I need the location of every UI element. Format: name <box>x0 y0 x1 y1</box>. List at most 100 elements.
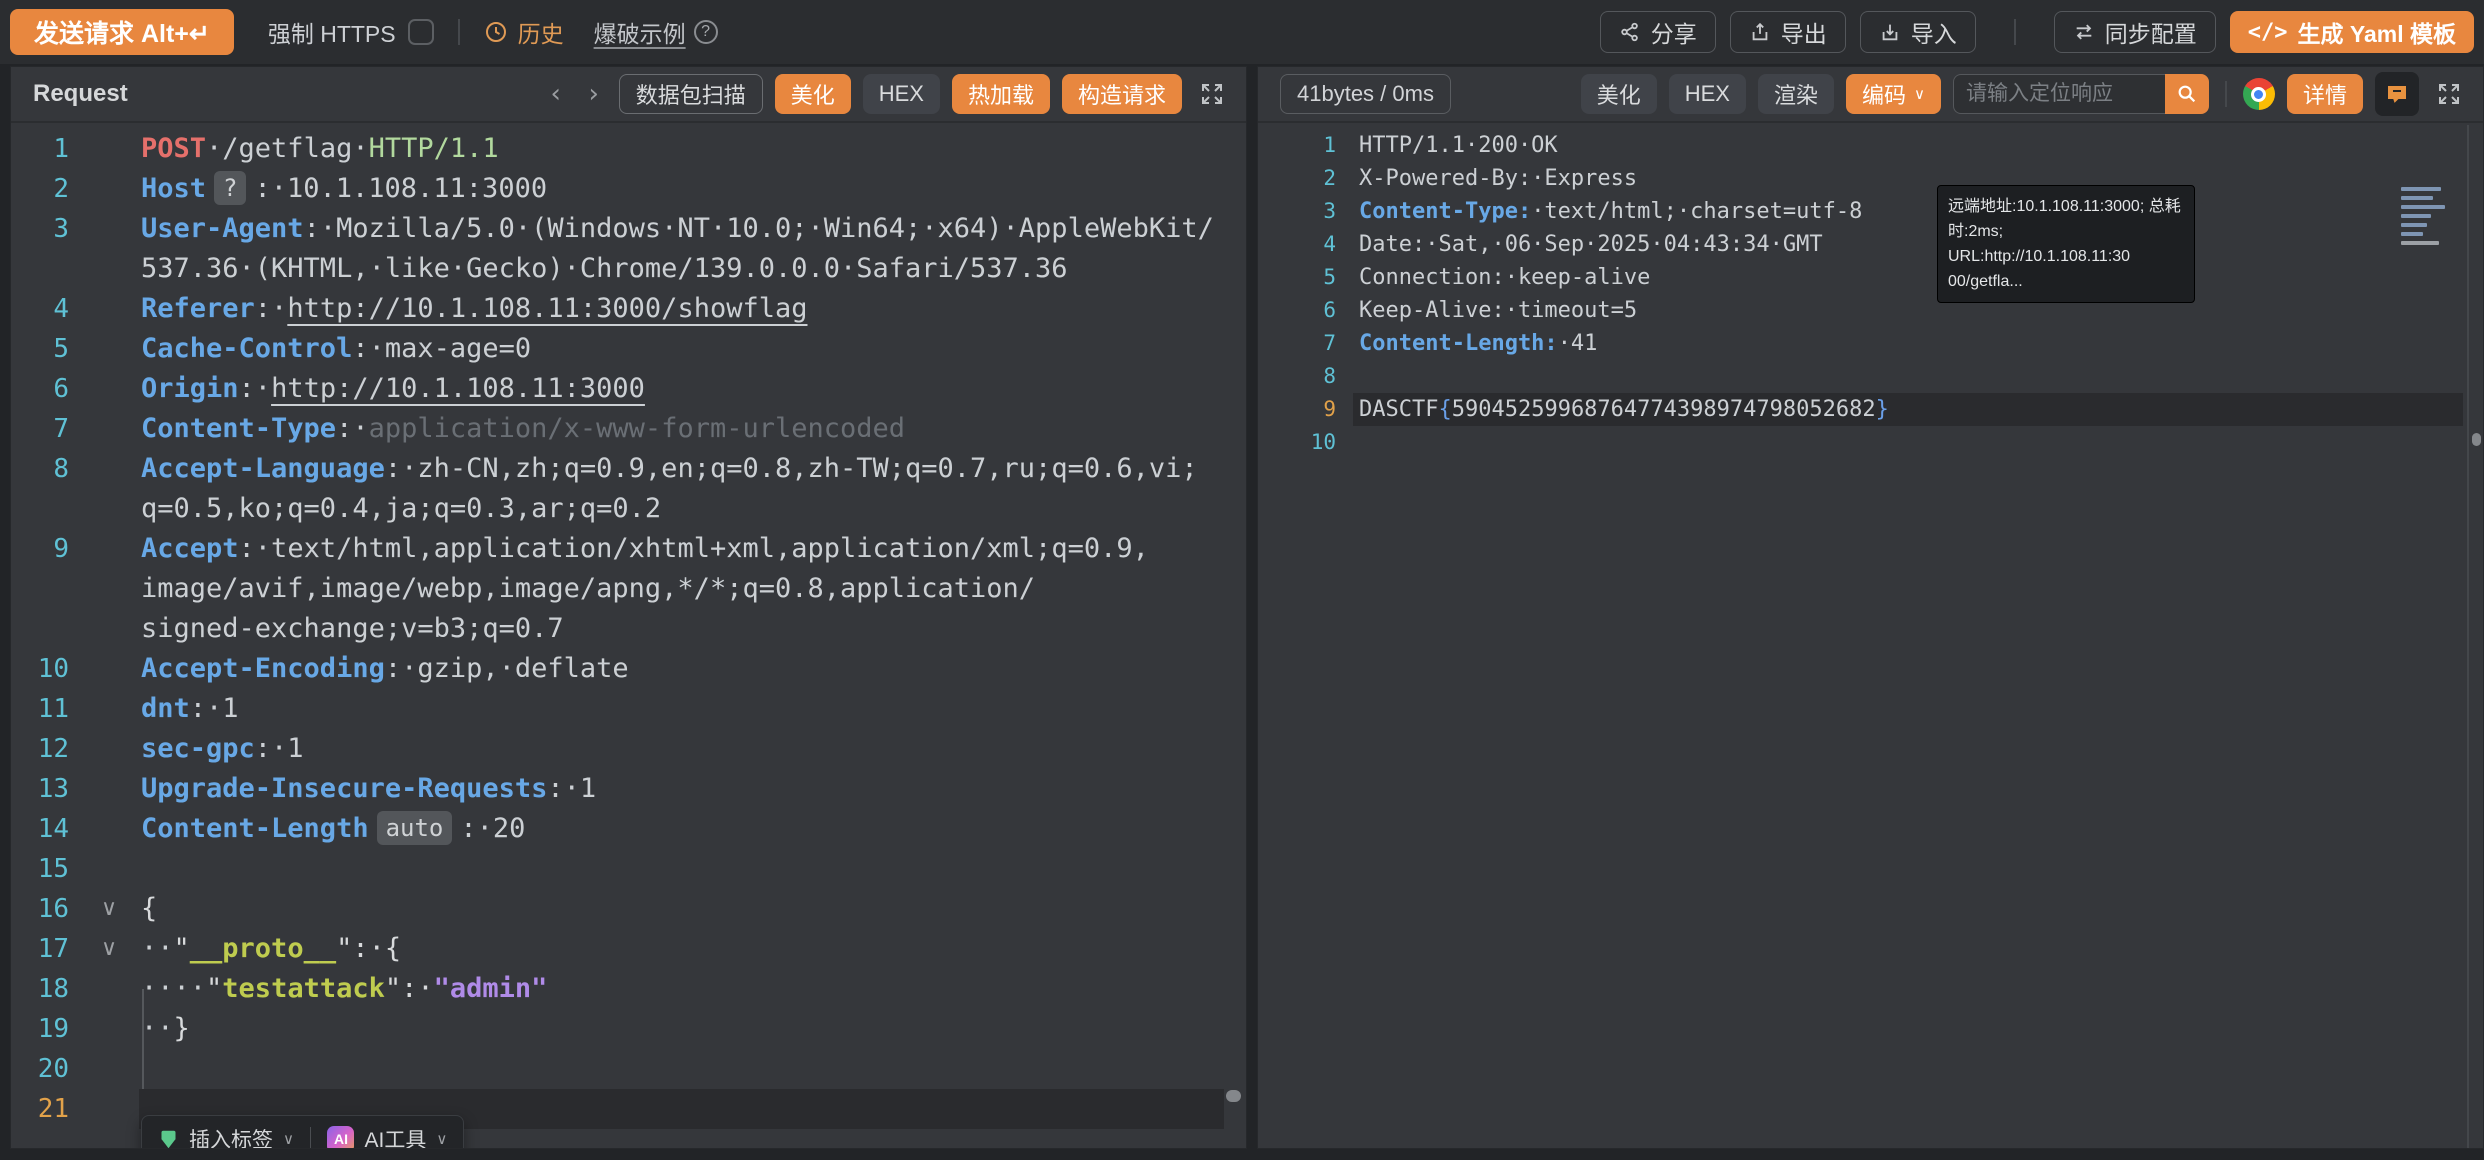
question-circle-icon[interactable]: ? <box>694 20 718 44</box>
blast-example-link[interactable]: 爆破示例 ? <box>594 15 718 49</box>
response-line-3[interactable]: 3 Content-Type:·text/html;·charset=utf-8 <box>1258 195 2483 228</box>
sync-config-button[interactable]: 同步配置 <box>2054 11 2216 53</box>
line-number: 10 <box>1258 426 1336 459</box>
request-line-13[interactable]: 13Upgrade-Insecure-Requests:·1 <box>11 769 1246 809</box>
response-line-2[interactable]: 2X-Powered-By:·Express <box>1258 162 2483 195</box>
scrollbar-thumb[interactable] <box>1226 1090 1241 1102</box>
fullscreen-icon[interactable] <box>1200 82 1224 106</box>
generate-yaml-button[interactable]: </> 生成 Yaml 模板 <box>2230 11 2474 53</box>
response-line-9[interactable]: 9DASCTF{59045259968764774398974798052682… <box>1258 393 2483 426</box>
line-number: 7 <box>11 409 69 449</box>
hex-button[interactable]: HEX <box>863 74 940 114</box>
request-line-wrap[interactable]: image/avif,image/webp,image/apng,*/*;q=0… <box>11 569 1246 609</box>
minimap[interactable] <box>2401 187 2449 250</box>
send-request-button[interactable]: 发送请求 Alt+↵ <box>10 9 234 55</box>
response-line-10[interactable]: 10 <box>1258 426 2483 459</box>
response-hex-button[interactable]: HEX <box>1669 74 1746 114</box>
request-line-5[interactable]: 5Cache-Control:·max-age=0 <box>11 329 1246 369</box>
line-number: 3 <box>1258 195 1336 228</box>
insert-tag-button[interactable]: 插入标签 <box>189 1124 273 1148</box>
request-line-7[interactable]: 7Content-Type:·application/x-www-form-ur… <box>11 409 1246 449</box>
request-line-9[interactable]: 9Accept:·text/html,application/xhtml+xml… <box>11 529 1246 569</box>
history-prev-button[interactable]: ‹ <box>543 79 569 109</box>
request-line-1[interactable]: 1POST·/getflag·HTTP/1.1 <box>11 129 1246 169</box>
request-line-20[interactable]: 20 <box>11 1049 1246 1089</box>
response-beautify-button[interactable]: 美化 <box>1581 74 1657 114</box>
request-editor[interactable]: 1POST·/getflag·HTTP/1.12Host?:·10.1.108.… <box>11 125 1246 1148</box>
detail-button[interactable]: 详情 <box>2287 74 2363 114</box>
scrollbar-thumb[interactable] <box>2472 433 2481 446</box>
export-button[interactable]: 导出 <box>1730 11 1846 53</box>
export-label: 导出 <box>1781 15 1827 49</box>
search-input[interactable] <box>1953 74 2165 114</box>
search-button[interactable] <box>2165 74 2209 114</box>
inline-action-widget: 插入标签 ∨ AI AI工具 ∨ <box>141 1115 464 1148</box>
hot-reload-button[interactable]: 热加载 <box>952 74 1050 114</box>
code-text: { <box>141 893 157 924</box>
history-button[interactable]: 历史 <box>484 15 564 49</box>
response-line-4[interactable]: 4Date:·Sat,·06·Sep·2025·04:43:34·GMT <box>1258 228 2483 261</box>
clock-icon <box>484 20 508 44</box>
line-number: 5 <box>11 329 69 369</box>
line-number: 14 <box>11 809 69 849</box>
inline-badge[interactable]: auto <box>377 811 453 845</box>
request-line-19[interactable]: 19··} <box>11 1009 1246 1049</box>
fold-chevron-icon[interactable]: ∨ <box>101 889 117 929</box>
response-line-8[interactable]: 8 <box>1258 360 2483 393</box>
request-line-8[interactable]: 8Accept-Language:·zh-CN,zh;q=0.9,en;q=0.… <box>11 449 1246 489</box>
force-https-checkbox[interactable] <box>408 19 434 45</box>
history-next-button[interactable]: › <box>581 79 607 109</box>
share-button[interactable]: 分享 <box>1600 11 1716 53</box>
request-line-17[interactable]: 17∨··"__proto__":·{ <box>11 929 1246 969</box>
code-text: Content-Length:·41 <box>1359 331 1597 356</box>
response-line-7[interactable]: 7Content-Length:·41 <box>1258 327 2483 360</box>
response-editor[interactable]: 1HTTP/1.1·200·OK2X-Powered-By:·Express3C… <box>1258 125 2483 1148</box>
request-line-12[interactable]: 12sec-gpc:·1 <box>11 729 1246 769</box>
minimap-divider <box>2467 125 2469 1148</box>
fullscreen-icon[interactable] <box>2437 82 2461 106</box>
request-line-wrap[interactable]: 537.36·(KHTML,·like·Gecko)·Chrome/139.0.… <box>11 249 1246 289</box>
share-label: 分享 <box>1651 15 1697 49</box>
request-line-16[interactable]: 16∨{ <box>11 889 1246 929</box>
request-line-wrap[interactable]: signed-exchange;v=b3;q=0.7 <box>11 609 1246 649</box>
toolbar-divider <box>2014 19 2016 45</box>
response-line-5[interactable]: 5Connection:·keep-alive <box>1258 261 2483 294</box>
line-number: 10 <box>11 649 69 689</box>
code-text: ····"testattack":·"admin" <box>141 973 547 1004</box>
comment-button[interactable] <box>2375 72 2419 116</box>
line-number: 17 <box>11 929 69 969</box>
request-line-wrap[interactable]: q=0.5,ko;q=0.4,ja;q=0.3,ar;q=0.2 <box>11 489 1246 529</box>
import-button[interactable]: 导入 <box>1860 11 1976 53</box>
line-number: 4 <box>1258 228 1336 261</box>
response-render-button[interactable]: 渲染 <box>1758 74 1834 114</box>
request-line-18[interactable]: 18····"testattack":·"admin" <box>11 969 1246 1009</box>
line-number: 2 <box>1258 162 1336 195</box>
request-line-11[interactable]: 11dnt:·1 <box>11 689 1246 729</box>
request-line-14[interactable]: 14Content-Lengthauto:·20 <box>11 809 1246 849</box>
request-line-6[interactable]: 6Origin:·http://10.1.108.11:3000 <box>11 369 1246 409</box>
request-line-15[interactable]: 15 <box>11 849 1246 889</box>
beautify-button[interactable]: 美化 <box>775 74 851 114</box>
request-line-4[interactable]: 4Referer:·http://10.1.108.11:3000/showfl… <box>11 289 1246 329</box>
chevron-down-icon: ∨ <box>1914 85 1925 103</box>
packet-scan-button[interactable]: 数据包扫描 <box>619 74 763 114</box>
fold-chevron-icon[interactable]: ∨ <box>101 929 117 969</box>
request-line-2[interactable]: 2Host?:·10.1.108.11:3000 <box>11 169 1246 209</box>
response-line-6[interactable]: 6Keep-Alive:·timeout=5 <box>1258 294 2483 327</box>
inline-badge[interactable]: ? <box>214 171 246 205</box>
request-line-3[interactable]: 3User-Agent:·Mozilla/5.0·(Windows·NT·10.… <box>11 209 1246 249</box>
response-line-1[interactable]: 1HTTP/1.1·200·OK <box>1258 129 2483 162</box>
construct-request-button[interactable]: 构造请求 <box>1062 74 1182 114</box>
encode-dropdown[interactable]: 编码 ∨ <box>1846 74 1941 114</box>
line-number: 21 <box>11 1089 69 1129</box>
ai-tools-button[interactable]: AI工具 <box>364 1124 426 1148</box>
code-text: Content-Type:·text/html;·charset=utf-8 <box>1359 199 1862 224</box>
comment-icon <box>2385 82 2409 106</box>
code-text: q=0.5,ko;q=0.4,ja;q=0.3,ar;q=0.2 <box>141 493 661 524</box>
response-meta-badge: 41bytes / 0ms <box>1280 74 1451 114</box>
chrome-icon[interactable] <box>2243 78 2275 110</box>
code-text: signed-exchange;v=b3;q=0.7 <box>141 613 564 644</box>
force-https-group: 强制 HTTPS <box>268 15 434 49</box>
request-line-10[interactable]: 10Accept-Encoding:·gzip,·deflate <box>11 649 1246 689</box>
send-request-label: 发送请求 Alt+↵ <box>34 14 210 50</box>
